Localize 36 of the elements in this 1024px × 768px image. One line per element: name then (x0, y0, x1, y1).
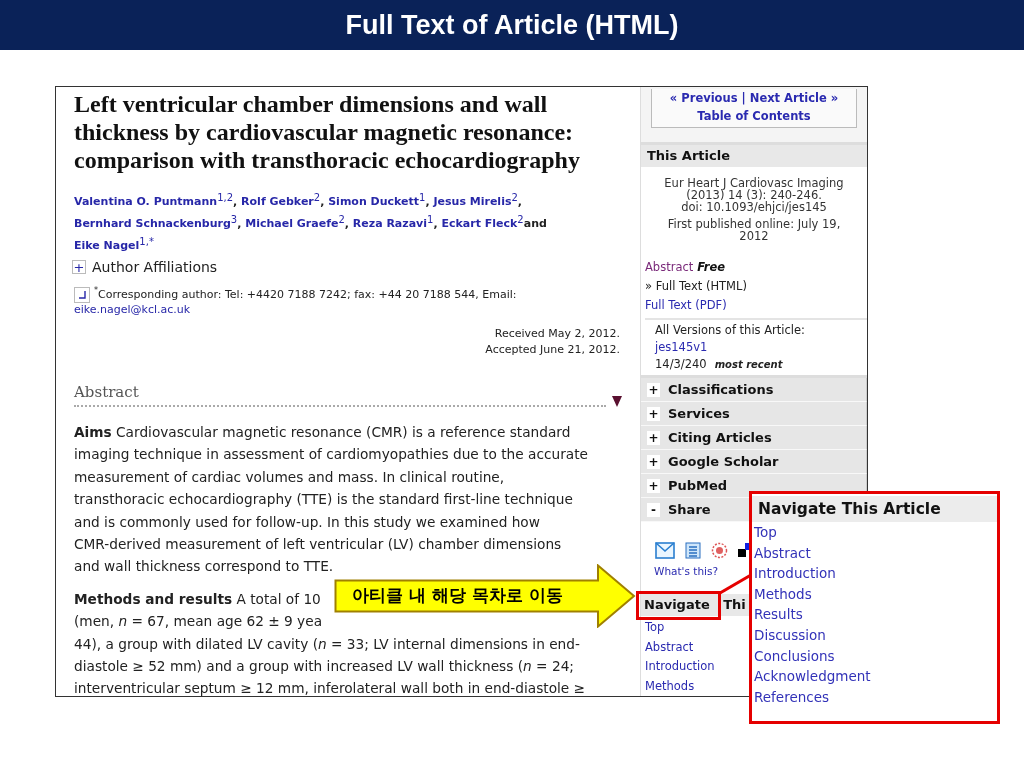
corresponding-author-text: $^{*}$Corresponding author: Tel: +4420 7188 7242; fax: +44 20 7188 544, Email: (94, 287, 517, 302)
author-separator: , (233, 195, 238, 208)
versions-heading: All Versions of this Article: (655, 322, 805, 339)
abstract-text-line: diastole ≥ 52 mm) and a group with increased LV wall thickness (n = 24; (74, 657, 574, 677)
date-text: Accepted June 21, 2012. (485, 342, 620, 358)
author-separator: , (344, 217, 349, 230)
date-text: Received May 2, 2012. (494, 326, 620, 342)
abstract-text-line: Aims Cardiovascular magnetic resonance (CMR) is a reference standard (74, 423, 571, 442)
callout-text: 아티클 내 해당 목차로 이동 (352, 584, 563, 607)
abstract-text-line: interventricular septum ≥ 12 mm, inferolateral wall both in end-diastole ≥ (74, 679, 586, 696)
section-heading: This Article (641, 145, 867, 167)
article-title: Left ventricular chamber dimensions and wall thickness by cardiovascular magnetic resonance: comparison with transthoracic echocardiography (74, 90, 581, 174)
abstract-text-line: imaging technique in assessment of cardiomyopathies due to the accurate (74, 445, 588, 465)
published-date: First published online: July 19, 2012 (666, 218, 842, 242)
abstract-text-line: 44), a group with dilated LV cavity (n = 33; LV internal dimensions in end- (74, 634, 580, 654)
version-note: most recent (714, 359, 783, 370)
slide-title: Full Text of Article (HTML) (0, 0, 1024, 50)
abstract-text-line: (men, n = 67, mean age 62 ± 9 yea (74, 612, 323, 632)
issue-text: 14/3/240 (655, 357, 707, 371)
author-separator: and (523, 217, 547, 230)
citation-text: Eur Heart J Cardiovasc Imaging (2013) 14 (3): 240-246. doi: 10.1093/ehjci/jes145 (663, 177, 845, 213)
author-separator: , (237, 217, 242, 230)
author-separator: , (320, 195, 325, 208)
abstract-text-line: and wall thickness correspond to TTE. (74, 557, 334, 577)
section-heading: Navigate This Article (752, 496, 997, 522)
author-separator: , (425, 195, 430, 208)
abstract-text-line: Methods and results A total of 10 (74, 589, 321, 609)
free-label: Free (697, 260, 726, 274)
author-separator: , (517, 195, 522, 208)
abstract-text-line: CMR-derived measurement of left ventricular (LV) chamber dimensions (74, 535, 562, 555)
link-separator: | (741, 91, 746, 105)
abstract-text-line: transthoracic echocardiography (TTE) is the standard first-line technique (74, 490, 573, 510)
author-separator: , (433, 217, 438, 230)
abstract-text-line: measurement of cardiac volumes and mass. In clinical routine, (74, 467, 505, 487)
abstract-text-line: and is commonly used for follow-up. In this study we examined how (74, 512, 540, 532)
section-heading: Abstract (74, 382, 606, 407)
